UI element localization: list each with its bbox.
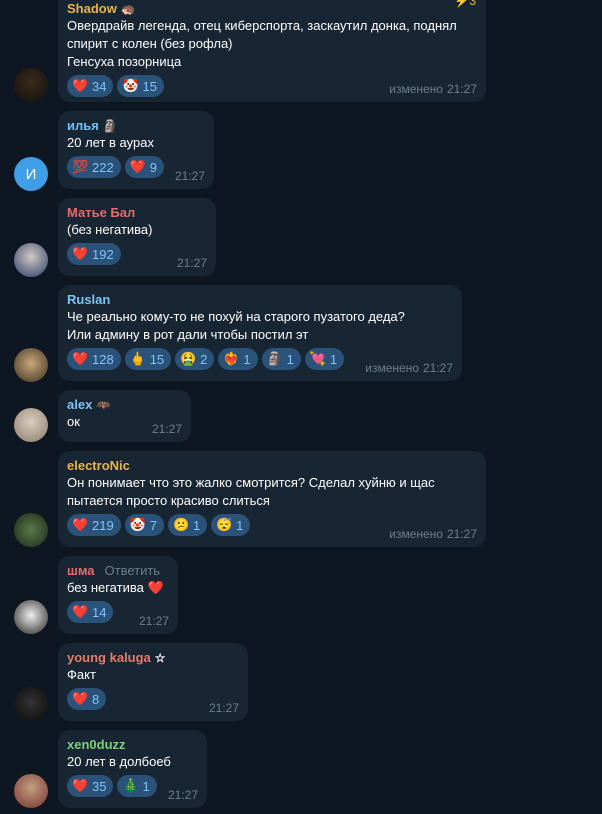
avatar[interactable] — [14, 600, 48, 634]
message-text: (без негатива) — [67, 222, 153, 237]
message-text: Овердрайв легенда, отец киберспорта, зас… — [67, 18, 457, 69]
message-text: 20 лет в долбоеб — [67, 754, 171, 769]
reaction-heart[interactable]: ❤️ 14 — [67, 601, 114, 623]
sender-name[interactable]: Ruslan — [67, 291, 453, 308]
heart-arrow-icon: 💘 — [309, 351, 327, 366]
sender-name[interactable]: Матье Бал — [67, 204, 207, 221]
sender-name[interactable]: шма Ответить — [67, 562, 169, 579]
avatar[interactable] — [14, 687, 48, 721]
timestamp: 21:27 — [167, 788, 198, 802]
sender-name[interactable]: xen0duzz — [67, 736, 198, 753]
forward-count: ⚡3 — [454, 0, 476, 8]
star-icon: ☆ — [154, 650, 166, 665]
heart-icon: ❤️ — [72, 246, 89, 261]
message-bubble[interactable]: Матье Бал (без негатива) ❤️ 192 21:27 — [58, 198, 216, 276]
reaction-heart[interactable]: ❤️ 34 — [67, 75, 114, 97]
message-bubble[interactable]: alex 🦇 ок 21:27 — [58, 390, 191, 442]
sender-name[interactable]: young kaluga ☆ — [67, 649, 239, 666]
heart-icon: ❤️ — [72, 604, 89, 619]
message-bubble[interactable]: Ruslan Че реально кому-то не похуй на ст… — [58, 285, 462, 381]
vomit-icon: 🤮 — [180, 351, 197, 366]
avatar[interactable] — [14, 68, 48, 102]
reaction-heart[interactable]: ❤️ 128 — [67, 348, 121, 370]
reaction-confused[interactable]: 😕 1 — [167, 514, 208, 536]
avatar[interactable] — [14, 348, 48, 382]
badge-icon: 🦔 — [120, 1, 136, 16]
reaction-tree[interactable]: 🎄 1 — [117, 775, 157, 797]
message-bubble[interactable]: xen0duzz 20 лет в долбоеб ❤️ 35 🎄 1 21:27 — [58, 730, 207, 808]
reaction-heart[interactable]: ❤️ 219 — [67, 514, 121, 536]
message-bubble[interactable]: илья 🗿 20 лет в аурах 💯 222 ❤️ 9 21:27 — [58, 111, 214, 189]
message-bubble[interactable]: Shadow 🦔 ⚡3 Овердрайв легенда, отец кибе… — [58, 0, 486, 102]
timestamp: изменено 21:27 — [365, 361, 453, 375]
reaction-sleepy[interactable]: 😴 1 — [211, 514, 251, 536]
reaction-heart[interactable]: ❤️ 9 — [124, 156, 164, 178]
message-text: 20 лет в аурах — [67, 135, 154, 150]
confused-face-icon: 😕 — [172, 517, 190, 532]
heart-icon: ❤️ — [72, 78, 89, 93]
heart-icon: ❤️ — [129, 159, 146, 174]
avatar[interactable] — [14, 243, 48, 277]
moai-icon: 🗿 — [266, 351, 283, 366]
message-bubble[interactable]: young kaluga ☆ Факт ❤️ 8 21:27 — [58, 643, 248, 721]
clown-icon: 🤡 — [129, 517, 146, 532]
timestamp: 21:27 — [176, 256, 207, 270]
reaction-clown[interactable]: 🤡 15 — [117, 75, 164, 97]
timestamp: 21:27 — [151, 422, 182, 436]
avatar[interactable]: И — [14, 157, 48, 191]
sleepy-face-icon: 😴 — [216, 517, 233, 532]
middle-finger-icon: 🖕 — [129, 351, 146, 366]
reaction-100[interactable]: 💯 222 — [67, 156, 121, 178]
reaction-heart[interactable]: ❤️ 35 — [67, 775, 114, 797]
reaction-heart[interactable]: ❤️ 192 — [67, 243, 121, 265]
avatar[interactable] — [14, 513, 48, 547]
sender-name[interactable]: alex 🦇 — [67, 396, 182, 413]
reaction-vomit[interactable]: 🤮 2 — [175, 348, 215, 370]
heart-fire-icon: ❤️‍🔥 — [223, 351, 240, 366]
message-text: без негатива ❤️ — [67, 580, 164, 595]
badge-icon: 🗿 — [102, 118, 118, 133]
timestamp: 21:27 — [174, 169, 205, 183]
message-text: Факт — [67, 667, 96, 682]
timestamp: 21:27 — [138, 614, 169, 628]
reply-button[interactable]: Ответить — [105, 563, 161, 578]
reaction-heart-arrow[interactable]: 💘 1 — [304, 348, 345, 370]
hundred-icon: 💯 — [72, 159, 89, 174]
reaction-clown[interactable]: 🤡 7 — [124, 514, 164, 536]
sender-name[interactable]: Shadow 🦔 — [67, 0, 477, 17]
reaction-heart[interactable]: ❤️ 8 — [67, 688, 107, 710]
timestamp: изменено 21:27 — [389, 527, 477, 541]
reaction-heart-fire[interactable]: ❤️‍🔥 1 — [218, 348, 258, 370]
timestamp: изменено 21:27 — [389, 82, 477, 96]
clown-icon: 🤡 — [122, 78, 139, 93]
heart-icon: ❤️ — [72, 691, 89, 706]
christmas-tree-icon: 🎄 — [122, 778, 139, 793]
bat-icon: 🦇 — [96, 397, 112, 412]
heart-icon: ❤️ — [72, 517, 89, 532]
reaction-middle-finger[interactable]: 🖕 15 — [124, 348, 172, 370]
sender-name[interactable]: electroNic — [67, 457, 477, 474]
sender-name[interactable]: илья 🗿 — [67, 117, 205, 134]
avatar[interactable] — [14, 408, 48, 442]
message-bubble[interactable]: шма Ответить без негатива ❤️ ❤️ 14 21:27 — [58, 556, 178, 634]
message-text: Че реально кому-то не похуй на старого п… — [67, 309, 405, 342]
avatar[interactable] — [14, 774, 48, 808]
message-bubble[interactable]: electroNic Он понимает что это жалко смо… — [58, 451, 486, 547]
heart-icon: ❤️ — [72, 778, 89, 793]
message-text: Он понимает что это жалко смотрится? Сде… — [67, 475, 435, 508]
timestamp: 21:27 — [208, 701, 239, 715]
reaction-moai[interactable]: 🗿 1 — [261, 348, 301, 370]
heart-icon: ❤️ — [72, 351, 89, 366]
